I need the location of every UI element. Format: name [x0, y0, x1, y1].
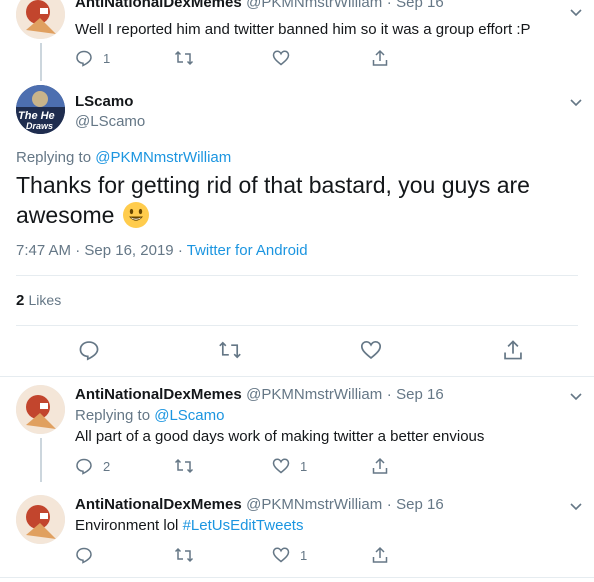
heart-icon [272, 50, 290, 66]
retweet-icon [174, 50, 194, 66]
handle[interactable]: @PKMNmstrWilliam [246, 386, 382, 403]
replying-label: Replying to [75, 407, 151, 424]
main-tweet-text-line: Thanks for getting rid of that bastard, … [16, 172, 530, 198]
main-tweet-text-line: awesome 😃 [16, 200, 586, 230]
smiley-emoji: 😃 [122, 201, 150, 229]
share-button[interactable] [371, 546, 389, 564]
reply-icon [76, 547, 92, 564]
retweet-button[interactable] [174, 49, 204, 67]
share-icon [372, 457, 388, 474]
reply-icon [76, 50, 92, 67]
separator: · [75, 242, 81, 259]
likes-count: 2 [16, 292, 25, 309]
share-button[interactable] [502, 339, 524, 361]
separator: · [386, 386, 392, 403]
reply-icon [76, 458, 92, 475]
divider [16, 325, 578, 326]
avatar[interactable] [16, 0, 65, 39]
heart-icon [272, 547, 290, 563]
retweet-icon [219, 341, 241, 359]
retweet-icon [174, 458, 194, 474]
tweet-header: AntiNationalDexMemes @PKMNmstrWilliam · … [75, 0, 444, 12]
avatar-text: Draws [26, 121, 54, 131]
reply-button[interactable] [75, 546, 103, 564]
replying-to: Replying to @LScamo [75, 407, 224, 424]
tweet-date[interactable]: Sep 16 [396, 0, 444, 11]
avatar[interactable] [16, 495, 65, 544]
replying-handle[interactable]: @PKMNmstrWilliam [95, 149, 231, 166]
divider [0, 577, 594, 578]
divider [0, 376, 594, 377]
like-button[interactable]: 1 [272, 546, 307, 564]
chevron-down-icon[interactable] [568, 94, 584, 110]
reply-count: 2 [103, 458, 111, 474]
handle[interactable]: @PKMNmstrWilliam [246, 0, 382, 11]
handle[interactable]: @LScamo [75, 113, 145, 130]
tweet-text: Environment lol #LetUsEditTweets [75, 516, 580, 536]
like-button[interactable] [272, 49, 300, 67]
tweet-header: AntiNationalDexMemes @PKMNmstrWilliam · … [75, 496, 444, 514]
heart-icon [272, 458, 290, 474]
like-count: 1 [300, 458, 308, 474]
separator: · [386, 0, 392, 11]
tweet-header: AntiNationalDexMemes @PKMNmstrWilliam · … [75, 386, 444, 404]
like-count: 1 [300, 547, 308, 563]
tweet-time[interactable]: 7:47 AM [16, 242, 71, 259]
main-tweet-text: Thanks for getting rid of that bastard, … [16, 170, 586, 230]
like-button[interactable] [360, 339, 382, 361]
tweet-date[interactable]: Sep 16, 2019 [84, 242, 173, 259]
chevron-down-icon[interactable] [568, 498, 584, 514]
likes-label: Likes [28, 292, 62, 308]
retweet-button[interactable] [218, 339, 242, 361]
retweet-icon [174, 547, 194, 563]
main-tweet-text-word: awesome [16, 202, 115, 228]
chevron-down-icon[interactable] [568, 388, 584, 404]
divider [16, 275, 578, 276]
tweet-source[interactable]: Twitter for Android [187, 242, 308, 259]
like-button[interactable]: 1 [272, 457, 307, 475]
display-name[interactable]: LScamo [75, 93, 133, 110]
chevron-down-icon[interactable] [568, 4, 584, 20]
replying-to: Replying to @PKMNmstrWilliam [16, 149, 231, 166]
handle[interactable]: @PKMNmstrWilliam [246, 496, 382, 513]
reply-count: 1 [103, 50, 111, 66]
reply-button[interactable] [78, 339, 100, 361]
replying-label: Replying to [16, 149, 92, 166]
avatar[interactable] [16, 385, 65, 434]
share-icon [372, 546, 388, 563]
thread-connector [40, 438, 42, 482]
replying-handle[interactable]: @LScamo [154, 407, 224, 424]
reply-icon [79, 341, 99, 361]
separator: · [177, 242, 183, 259]
share-button[interactable] [371, 457, 389, 475]
retweet-button[interactable] [174, 457, 204, 475]
likes-stat[interactable]: 2 Likes [16, 292, 61, 309]
display-name[interactable]: AntiNationalDexMemes [75, 0, 242, 11]
share-button[interactable] [371, 49, 389, 67]
reply-button[interactable]: 1 [75, 49, 110, 67]
share-icon [372, 49, 388, 66]
tweet-date[interactable]: Sep 16 [396, 386, 444, 403]
tweet-date[interactable]: Sep 16 [396, 496, 444, 513]
share-icon [504, 340, 522, 360]
thread-connector [40, 43, 42, 81]
avatar[interactable]: The He Draws [16, 85, 65, 134]
heart-icon [360, 340, 382, 360]
tweet-text: All part of a good days work of making t… [75, 428, 485, 445]
separator: · [386, 496, 392, 513]
reply-button[interactable]: 2 [75, 457, 110, 475]
hashtag-link[interactable]: #LetUsEditTweets [183, 517, 304, 534]
tweet-text: Well I reported him and twitter banned h… [75, 21, 531, 38]
display-name[interactable]: AntiNationalDexMemes [75, 386, 242, 403]
tweet-text-plain: Environment lol [75, 517, 179, 534]
retweet-button[interactable] [174, 546, 204, 564]
display-name[interactable]: AntiNationalDexMemes [75, 496, 242, 513]
tweet-timestamp: 7:47 AM · Sep 16, 2019 · Twitter for And… [16, 242, 308, 259]
